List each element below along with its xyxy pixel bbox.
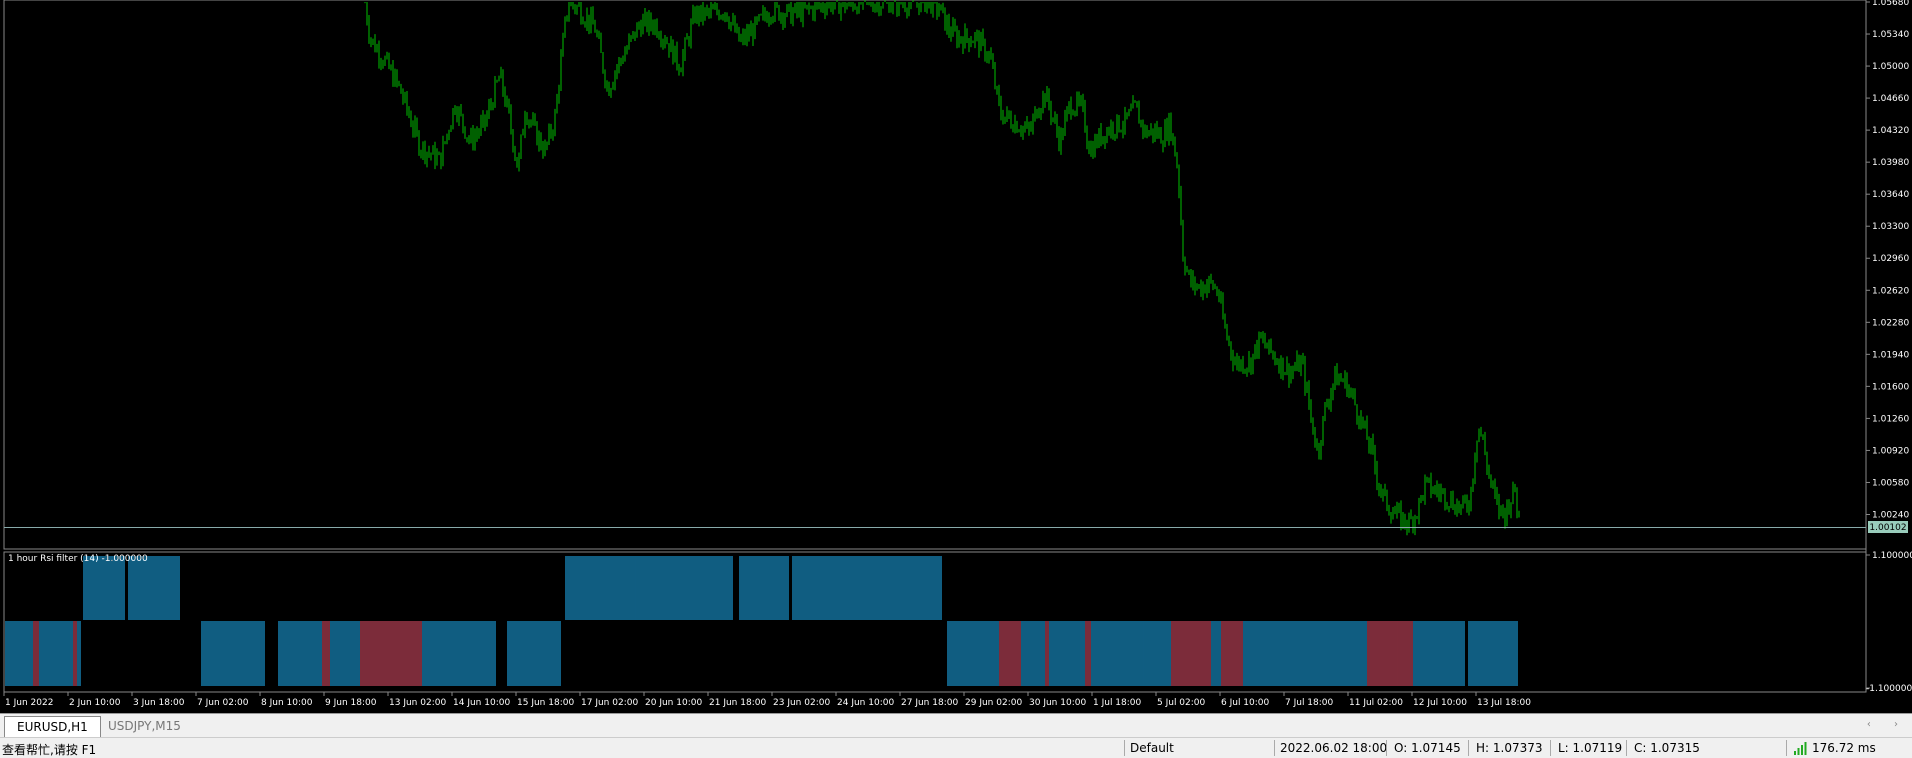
price-axis-label: 1.02960 — [1872, 254, 1909, 264]
status-divider — [1124, 740, 1125, 756]
time-axis-label: 24 Jun 10:00 — [837, 698, 894, 708]
time-axis-label: 7 Jun 02:00 — [197, 698, 249, 708]
status-divider — [1626, 740, 1627, 756]
main-chart-frame — [3, 0, 1867, 550]
time-axis-label: 14 Jun 10:00 — [453, 698, 510, 708]
time-axis-label: 12 Jul 10:00 — [1413, 698, 1467, 708]
price-axis-label: 1.03300 — [1872, 222, 1909, 232]
price-axis-label: 1.04660 — [1872, 94, 1909, 104]
time-axis-label: 20 Jun 10:00 — [645, 698, 702, 708]
price-axis-label: 1.05680 — [1872, 0, 1909, 8]
current-price-label: 1.00102 — [1869, 523, 1906, 533]
time-axis-label: 3 Jun 18:00 — [133, 698, 185, 708]
price-axis-label: 1.05000 — [1872, 62, 1909, 72]
price-axis-label: 1.01600 — [1872, 382, 1909, 392]
indicator-title: 1 hour Rsi filter (14) -1.000000 — [8, 554, 148, 564]
time-axis-label: 17 Jun 02:00 — [581, 698, 638, 708]
price-axis-labels: 1.05680 1.05340 1.05000 1.04660 1.04320 1.039… — [1866, 0, 1909, 520]
price-axis-label: 1.04320 — [1872, 126, 1909, 136]
status-divider — [1786, 740, 1787, 756]
tab-eurusd-h1[interactable]: EURUSD,H1 — [4, 716, 101, 737]
indicator-axis-top: 1.100000 — [1872, 551, 1912, 561]
bar-close: C: 1.07315 — [1634, 741, 1700, 755]
bar-high: H: 1.07373 — [1476, 741, 1543, 755]
tab-scroll-arrows[interactable]: ‹ › — [1867, 719, 1908, 730]
tab-usdjpy-m15[interactable]: USDJPY,M15 — [96, 716, 193, 737]
time-axis-label: 29 Jun 02:00 — [965, 698, 1022, 708]
time-axis-label: 23 Jun 02:00 — [773, 698, 830, 708]
time-axis-label: 8 Jun 10:00 — [261, 698, 313, 708]
time-axis-label: 13 Jul 18:00 — [1477, 698, 1531, 708]
status-bar: 查看帮忙,请按 F1 Default 2022.06.02 18:00 O: 1… — [0, 737, 1912, 758]
time-axis-label: 11 Jul 02:00 — [1349, 698, 1403, 708]
time-axis-label: 9 Jun 18:00 — [325, 698, 377, 708]
time-axis-label: 15 Jun 18:00 — [517, 698, 574, 708]
price-axis-label: 1.01260 — [1872, 414, 1909, 424]
time-axis-labels: 1 Jun 2022 2 Jun 10:00 3 Jun 18:00 7 Jun 02… — [3, 692, 1531, 708]
price-axis-label: 1.00240 — [1872, 510, 1909, 520]
time-axis-label: 27 Jun 18:00 — [901, 698, 958, 708]
time-axis-label: 2 Jun 10:00 — [69, 698, 121, 708]
status-divider — [1386, 740, 1387, 756]
time-axis-label: 7 Jul 18:00 — [1285, 698, 1334, 708]
price-axis-label: 1.01940 — [1872, 350, 1909, 360]
price-axis-label: 1.00920 — [1872, 446, 1909, 456]
price-axis-label: 1.05340 — [1872, 30, 1909, 40]
time-axis-label: 30 Jun 10:00 — [1029, 698, 1086, 708]
ping-value: 176.72 ms — [1812, 741, 1876, 755]
status-divider — [1274, 740, 1275, 756]
price-axis-label: 1.03980 — [1872, 158, 1909, 168]
bar-datetime: 2022.06.02 18:00 — [1280, 741, 1388, 755]
time-axis-label: 1 Jun 2022 — [5, 698, 53, 708]
time-axis-label: 21 Jun 18:00 — [709, 698, 766, 708]
price-axis-label: 1.02620 — [1872, 286, 1909, 296]
profile-name[interactable]: Default — [1130, 741, 1174, 755]
price-axis-label: 1.03640 — [1872, 190, 1909, 200]
time-axis-label: 1 Jul 18:00 — [1093, 698, 1142, 708]
bar-low: L: 1.07119 — [1558, 741, 1623, 755]
status-divider — [1550, 740, 1551, 756]
time-axis-label: 6 Jul 10:00 — [1221, 698, 1270, 708]
chart-tabbar: EURUSD,H1 USDJPY,M15 ‹ › — [0, 713, 1912, 737]
time-axis-label: 13 Jun 02:00 — [389, 698, 446, 708]
bar-open: O: 1.07145 — [1394, 741, 1461, 755]
time-axis-label: 5 Jul 02:00 — [1157, 698, 1206, 708]
price-axis-label: 1.00580 — [1872, 478, 1909, 488]
help-hint: 查看帮忙,请按 F1 — [2, 743, 97, 757]
price-axis-label: 1.02280 — [1872, 318, 1909, 328]
status-divider — [1468, 740, 1469, 756]
chart-area[interactable]: 1.05680 1.05340 1.05000 1.04660 1.04320 1.039… — [0, 0, 1912, 713]
connection-signal-icon[interactable] — [1793, 741, 1809, 755]
indicator-axis-bottom: -1.100000 — [1866, 684, 1912, 694]
terminal-window: 1.05680 1.05340 1.05000 1.04660 1.04320 1.039… — [0, 0, 1912, 758]
